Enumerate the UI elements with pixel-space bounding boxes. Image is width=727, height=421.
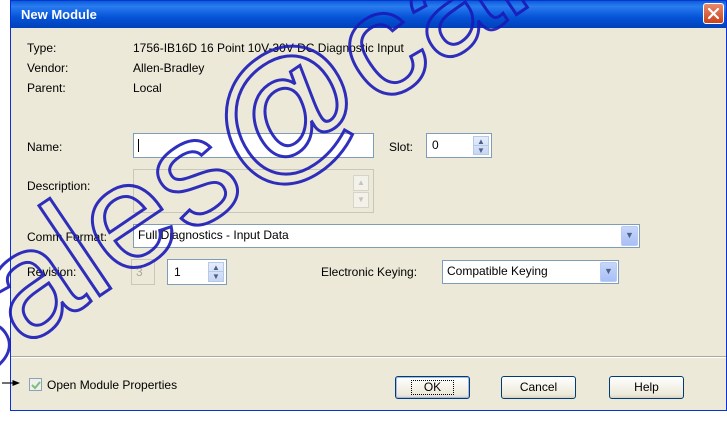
type-value: 1756-IB16D 16 Point 10V-30V DC Diagnosti… — [133, 41, 404, 55]
scroll-up-icon[interactable]: ▲ — [353, 175, 369, 191]
name-label: Name: — [27, 140, 63, 154]
title-bar[interactable]: New Module — [11, 1, 726, 28]
electronic-keying-value: Compatible Keying — [447, 264, 548, 278]
revision-minor-field[interactable]: 1 ▲ ▼ — [167, 259, 227, 285]
description-field[interactable]: ▲ ▼ — [133, 169, 374, 213]
cancel-button[interactable]: Cancel — [501, 376, 576, 399]
comm-format-label: Comm Format: — [27, 230, 108, 244]
name-field[interactable] — [133, 133, 374, 158]
chevron-up-icon[interactable]: ▲ — [474, 137, 488, 146]
chevron-down-icon[interactable]: ▼ — [209, 272, 223, 281]
close-button[interactable] — [703, 3, 724, 24]
open-module-properties-checkbox[interactable] — [29, 378, 42, 391]
chevron-down-icon[interactable]: ▼ — [621, 226, 638, 246]
slot-label: Slot: — [389, 140, 414, 154]
electronic-keying-label: Electronic Keying: — [321, 265, 418, 279]
vendor-label: Vendor: — [27, 61, 69, 75]
type-label: Type: — [27, 41, 57, 55]
chevron-down-icon[interactable]: ▼ — [474, 146, 488, 155]
close-icon — [707, 7, 720, 20]
arrow-pointer-icon — [1, 380, 20, 386]
chevron-up-icon[interactable]: ▲ — [209, 263, 223, 272]
revision-label: Revision: — [27, 265, 77, 279]
footer-separator — [11, 356, 726, 358]
comm-format-value: Full Diagnostics - Input Data — [138, 228, 289, 242]
cancel-button-label: Cancel — [519, 380, 558, 394]
open-module-properties-label[interactable]: Open Module Properties — [47, 378, 177, 392]
comm-format-select[interactable]: Full Diagnostics - Input Data ▼ — [133, 224, 640, 248]
slot-spinner[interactable]: ▲ ▼ — [473, 136, 489, 155]
revision-spinner[interactable]: ▲ ▼ — [208, 262, 224, 282]
help-button-label: Help — [634, 380, 659, 394]
text-caret — [138, 139, 139, 152]
ok-button[interactable]: OK — [395, 376, 470, 399]
slot-value: 0 — [432, 138, 439, 152]
chevron-down-icon[interactable]: ▼ — [600, 262, 617, 282]
dialog-title: New Module — [21, 7, 97, 22]
ok-button-label: OK — [408, 377, 457, 398]
electronic-keying-select[interactable]: Compatible Keying ▼ — [442, 260, 619, 284]
description-label: Description: — [27, 179, 91, 193]
parent-value: Local — [133, 81, 162, 95]
parent-label: Parent: — [27, 81, 66, 95]
help-button[interactable]: Help — [609, 376, 684, 399]
revision-major-value: 3 — [136, 265, 143, 279]
new-module-dialog: New Module Type: 1756-IB16D 16 Point 10V… — [10, 0, 727, 411]
scroll-down-icon[interactable]: ▼ — [353, 192, 369, 208]
checkmark-icon — [31, 381, 41, 390]
revision-minor-value: 1 — [174, 265, 181, 279]
revision-major-field[interactable]: 3 — [131, 259, 155, 285]
slot-field[interactable]: 0 ▲ ▼ — [426, 133, 492, 158]
vendor-value: Allen-Bradley — [133, 61, 205, 75]
